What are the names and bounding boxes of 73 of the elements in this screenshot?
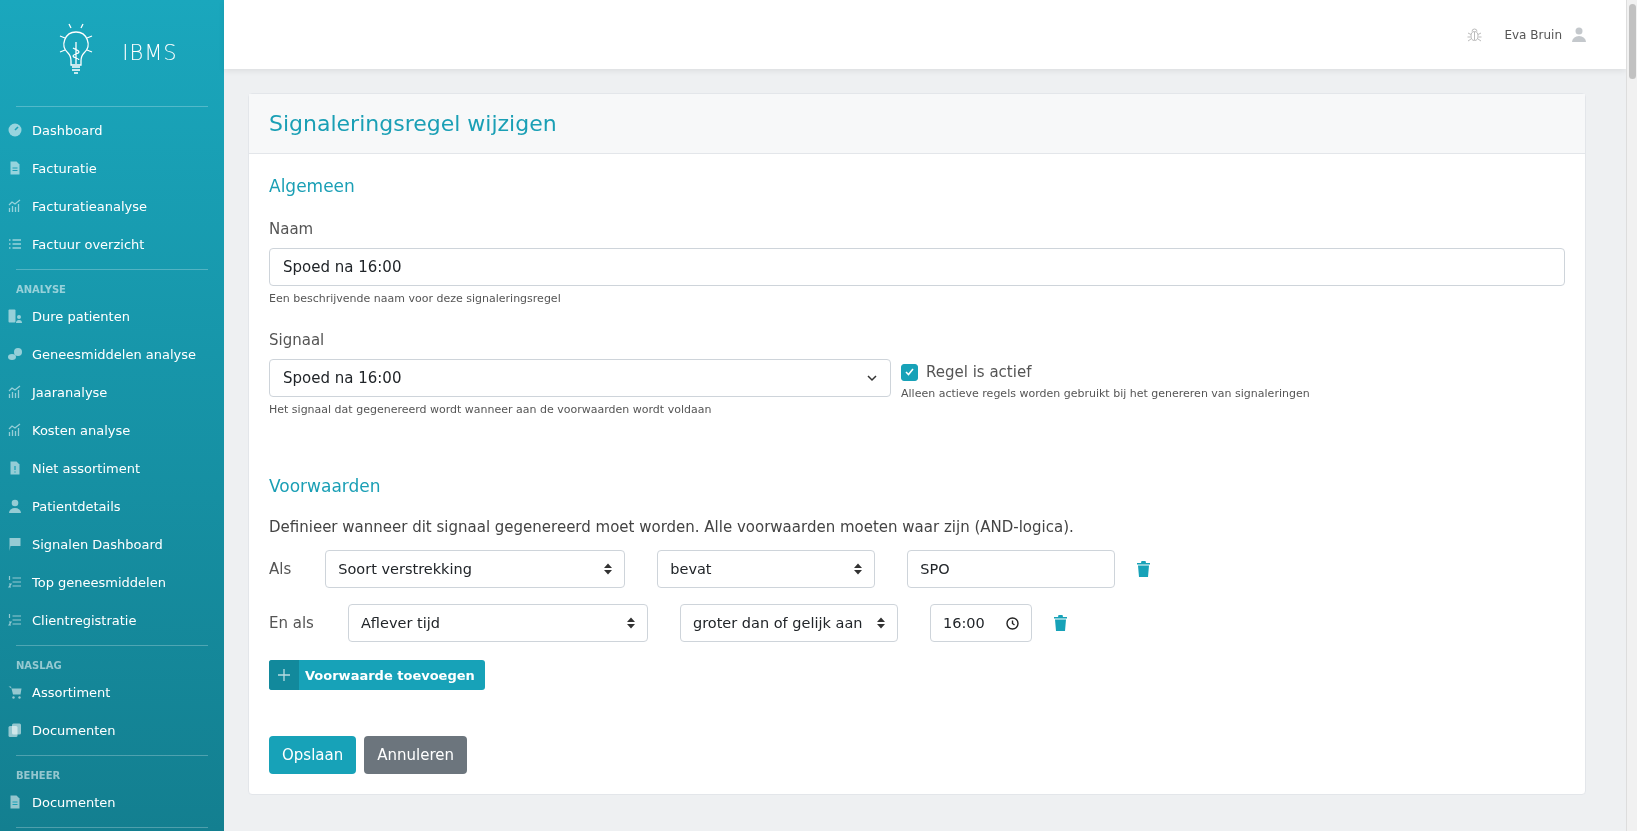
trash-icon[interactable]: [1053, 615, 1067, 631]
user-icon[interactable]: [1572, 27, 1586, 42]
sidebar-item[interactable]: Factuur overzicht: [8, 225, 208, 263]
active-checkbox[interactable]: [901, 363, 918, 381]
value-input[interactable]: SPO: [907, 550, 1116, 588]
numbered-list-icon: [8, 613, 22, 627]
sidebar-heading: BEHEER: [16, 769, 62, 783]
document-icon: [8, 161, 22, 175]
clock-icon: [1005, 616, 1019, 630]
field-select[interactable]: Aflever tijd: [347, 604, 648, 642]
brand-name: IBMS: [122, 41, 178, 65]
scrollbar-thumb[interactable]: [1628, 4, 1636, 79]
sidebar-item[interactable]: Facturatieanalyse: [8, 187, 208, 225]
sidebar-item[interactable]: Clientregistratie: [8, 601, 208, 639]
checkbox-label[interactable]: Regel is actief: [926, 363, 1032, 381]
sidebar-item[interactable]: Top geneesmiddelen: [8, 563, 208, 601]
sidebar-item[interactable]: Jaaranalyse: [8, 373, 208, 411]
gauge-icon: [8, 123, 22, 137]
save-button[interactable]: Opslaan: [269, 736, 357, 774]
sidebar-heading: NASLAG: [16, 659, 63, 673]
sidebar-item[interactable]: Facturatie: [8, 149, 208, 187]
help-text: Het signaal dat gegenereerd wordt wanneer aan de voorwaarden wordt voldaan: [269, 403, 713, 416]
condition-label: En als: [269, 614, 314, 632]
sort-icon: [854, 563, 863, 575]
cart-icon: [8, 685, 22, 699]
bug-icon[interactable]: [1467, 27, 1483, 42]
user-icon: [8, 499, 22, 513]
time-input[interactable]: 16:00: [929, 604, 1032, 642]
condition-label: Als: [269, 560, 292, 578]
page-title: Signaleringsregel wijzigen: [269, 111, 558, 136]
sidebar-item[interactable]: Signalen Dashboard: [8, 525, 208, 563]
sidebar-item[interactable]: Kosten analyse: [8, 411, 208, 449]
add-condition-button[interactable]: Voorwaarde toevoegen: [269, 660, 485, 690]
sort-icon: [626, 617, 635, 629]
sidebar-heading: ANALYSE: [16, 283, 67, 297]
name-input[interactable]: Spoed na 16:00: [269, 248, 1565, 286]
help-text: Alleen actieve regels worden gebruikt bij het genereren van signaleringen: [901, 387, 1310, 400]
sidebar-item[interactable]: Geneesmiddelen analyse: [8, 335, 208, 373]
help-text: Een beschrijvende naam voor deze signaleringsregel: [269, 292, 562, 305]
sidebar-item[interactable]: Documenten: [8, 711, 208, 749]
list-icon: [8, 237, 22, 251]
operator-select[interactable]: groter dan of gelijk aan: [679, 604, 898, 642]
signal-select[interactable]: Spoed na 16:00: [269, 359, 891, 397]
user-name[interactable]: Eva Bruin: [1504, 27, 1562, 42]
copy-icon: [8, 723, 22, 737]
section-heading: Voorwaarden: [269, 476, 382, 496]
sidebar-item[interactable]: Niet assortiment: [8, 449, 208, 487]
checkmark-icon: [905, 368, 914, 376]
sidebar-item[interactable]: Dure patienten: [8, 297, 208, 335]
sort-icon: [876, 617, 885, 629]
document-icon: [8, 795, 22, 809]
field-label: Naam: [269, 220, 315, 238]
operator-select[interactable]: bevat: [657, 550, 876, 588]
chart-icon: [8, 385, 22, 399]
sidebar-item[interactable]: Assortiment: [8, 673, 208, 711]
sort-icon: [604, 563, 613, 575]
trash-icon[interactable]: [1137, 561, 1151, 577]
sidebar-item[interactable]: Dashboard: [8, 111, 208, 149]
sidebar-item[interactable]: Patientdetails: [8, 487, 208, 525]
chevron-icon: [867, 374, 877, 382]
patients-icon: [8, 309, 22, 323]
chart-icon: [8, 199, 22, 213]
document-icon: [8, 461, 22, 475]
numbered-list-icon: [8, 575, 22, 589]
cancel-button[interactable]: Annuleren: [364, 736, 467, 774]
chart-icon: [8, 423, 22, 437]
section-heading: Algemeen: [269, 176, 356, 196]
field-select[interactable]: Soort verstrekking: [325, 550, 626, 588]
field-label: Signaal: [269, 331, 326, 349]
description-text: Definieer wanneer dit signaal gegenereerd moet worden. Alle voorwaarden moeten waar zijn (AND-logica).: [269, 518, 1075, 536]
plus-icon: [278, 669, 290, 681]
pills-icon: [8, 347, 22, 361]
sidebar-item[interactable]: Documenten: [8, 783, 208, 821]
